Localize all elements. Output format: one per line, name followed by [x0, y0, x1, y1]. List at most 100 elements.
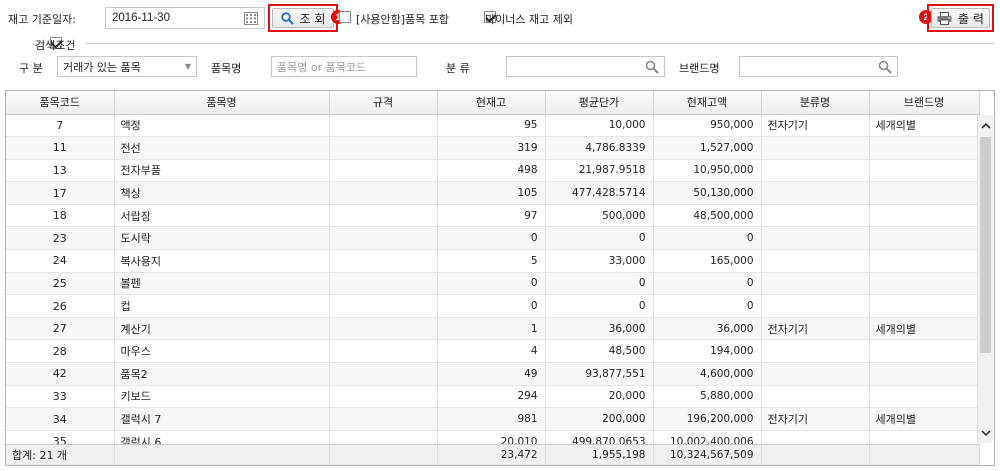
cell-amount[interactable]: 4,600,000 [653, 362, 762, 386]
cell-code[interactable]: 23 [6, 226, 115, 251]
cell-spec[interactable] [329, 339, 438, 364]
cell-avg-price[interactable]: 20,000 [545, 385, 654, 409]
cell-name[interactable]: 전자부품 [114, 159, 330, 183]
cell-category[interactable] [761, 294, 870, 318]
cell-avg-price[interactable]: 4,786.8339 [545, 136, 654, 160]
cell-avg-price[interactable]: 21,987.9518 [545, 159, 654, 183]
cell-stock[interactable]: 0 [437, 272, 546, 296]
cell-category[interactable] [761, 249, 870, 273]
cell-name[interactable]: 액정 [114, 114, 330, 138]
cell-amount[interactable]: 10,950,000 [653, 159, 762, 183]
category-search-icon[interactable] [645, 60, 659, 74]
cell-avg-price[interactable]: 500,000 [545, 204, 654, 228]
cell-name[interactable]: 볼펜 [114, 272, 330, 296]
cell-stock[interactable]: 0 [437, 226, 546, 251]
cell-category[interactable] [761, 226, 870, 251]
cell-brand[interactable] [869, 226, 980, 251]
table-row[interactable]: 11 전선 319 4,786.8339 1,527,000 [6, 136, 980, 160]
item-input[interactable]: 품목명 or 품목코드 [271, 56, 417, 77]
cell-amount[interactable]: 194,000 [653, 339, 762, 364]
cell-category[interactable] [761, 385, 870, 409]
table-row[interactable]: 13 전자부품 498 21,987.9518 10,950,000 [6, 159, 980, 183]
table-row[interactable]: 28 마우스 4 48,500 194,000 [6, 339, 980, 364]
cell-category[interactable]: 전자기기 [761, 407, 870, 431]
cell-spec[interactable] [329, 362, 438, 386]
cell-spec[interactable] [329, 226, 438, 251]
cell-stock[interactable]: 981 [437, 407, 546, 431]
cell-code[interactable]: 18 [6, 204, 115, 228]
calendar-icon[interactable] [244, 11, 258, 25]
cell-brand[interactable] [869, 294, 980, 318]
cell-stock[interactable]: 319 [437, 136, 546, 160]
cell-stock[interactable]: 294 [437, 385, 546, 409]
cell-spec[interactable] [329, 114, 438, 138]
cell-name[interactable]: 품목2 [114, 362, 330, 386]
cell-category[interactable] [761, 159, 870, 183]
cell-code[interactable]: 26 [6, 294, 115, 318]
scroll-up-icon[interactable] [978, 117, 993, 133]
table-row[interactable]: 26 컵 0 0 0 [6, 294, 980, 318]
cell-name[interactable]: 서랍장 [114, 204, 330, 228]
cell-name[interactable]: 책상 [114, 181, 330, 205]
cell-stock[interactable]: 97 [437, 204, 546, 228]
cell-name[interactable]: 컵 [114, 294, 330, 318]
cell-stock[interactable]: 95 [437, 114, 546, 138]
cell-amount[interactable]: 196,200,000 [653, 407, 762, 431]
cell-stock[interactable]: 0 [437, 294, 546, 318]
cell-brand[interactable] [869, 272, 980, 296]
cell-brand[interactable]: 세개의별 [869, 407, 980, 431]
col-header-name[interactable]: 품목명 [114, 91, 330, 115]
cell-brand[interactable] [869, 159, 980, 183]
cell-avg-price[interactable]: 48,500 [545, 339, 654, 364]
cell-avg-price[interactable]: 0 [545, 294, 654, 318]
col-header-stock[interactable]: 현재고 [437, 91, 546, 115]
cell-category[interactable]: 전자기기 [761, 317, 870, 341]
cell-avg-price[interactable]: 93,877,551 [545, 362, 654, 386]
type-select[interactable]: 거래가 있는 품목 ▼ [57, 56, 197, 77]
col-header-code[interactable]: 품목코드 [6, 91, 115, 115]
cell-brand[interactable] [869, 249, 980, 273]
cell-name[interactable]: 키보드 [114, 385, 330, 409]
cell-code[interactable]: 42 [6, 362, 115, 386]
cell-name[interactable]: 전선 [114, 136, 330, 160]
cell-name[interactable]: 도시락 [114, 226, 330, 251]
cell-spec[interactable] [329, 159, 438, 183]
cell-stock[interactable]: 49 [437, 362, 546, 386]
cell-avg-price[interactable]: 200,000 [545, 407, 654, 431]
table-row[interactable]: 25 볼펜 0 0 0 [6, 272, 980, 296]
table-row[interactable]: 42 품목2 49 93,877,551 4,600,000 [6, 362, 980, 386]
cell-avg-price[interactable]: 33,000 [545, 249, 654, 273]
cell-amount[interactable]: 950,000 [653, 114, 762, 138]
cell-spec[interactable] [329, 317, 438, 341]
col-header-avg-price[interactable]: 평균단가 [545, 91, 654, 115]
cell-amount[interactable]: 36,000 [653, 317, 762, 341]
cell-amount[interactable]: 48,500,000 [653, 204, 762, 228]
cell-name[interactable]: 계산기 [114, 317, 330, 341]
vertical-scrollbar[interactable] [977, 115, 993, 443]
cell-code[interactable]: 13 [6, 159, 115, 183]
cell-avg-price[interactable]: 36,000 [545, 317, 654, 341]
brand-input[interactable] [739, 56, 898, 77]
cell-brand[interactable] [869, 339, 980, 364]
cell-avg-price[interactable]: 477,428.5714 [545, 181, 654, 205]
cell-category[interactable] [761, 339, 870, 364]
cell-code[interactable]: 28 [6, 339, 115, 364]
cell-name[interactable]: 마우스 [114, 339, 330, 364]
cell-category[interactable] [761, 136, 870, 160]
cell-name[interactable]: 갤럭시 7 [114, 407, 330, 431]
cell-brand[interactable] [869, 385, 980, 409]
cell-code[interactable]: 11 [6, 136, 115, 160]
cell-brand[interactable] [869, 362, 980, 386]
cell-amount[interactable]: 0 [653, 226, 762, 251]
cell-category[interactable] [761, 272, 870, 296]
table-row[interactable]: 24 복사용지 5 33,000 165,000 [6, 249, 980, 273]
cell-code[interactable]: 7 [6, 114, 115, 138]
cell-spec[interactable] [329, 294, 438, 318]
cell-avg-price[interactable]: 0 [545, 272, 654, 296]
cell-code[interactable]: 33 [6, 385, 115, 409]
cell-code[interactable]: 25 [6, 272, 115, 296]
cell-brand[interactable] [869, 204, 980, 228]
cell-category[interactable] [761, 181, 870, 205]
cell-amount[interactable]: 0 [653, 294, 762, 318]
cell-amount[interactable]: 5,880,000 [653, 385, 762, 409]
